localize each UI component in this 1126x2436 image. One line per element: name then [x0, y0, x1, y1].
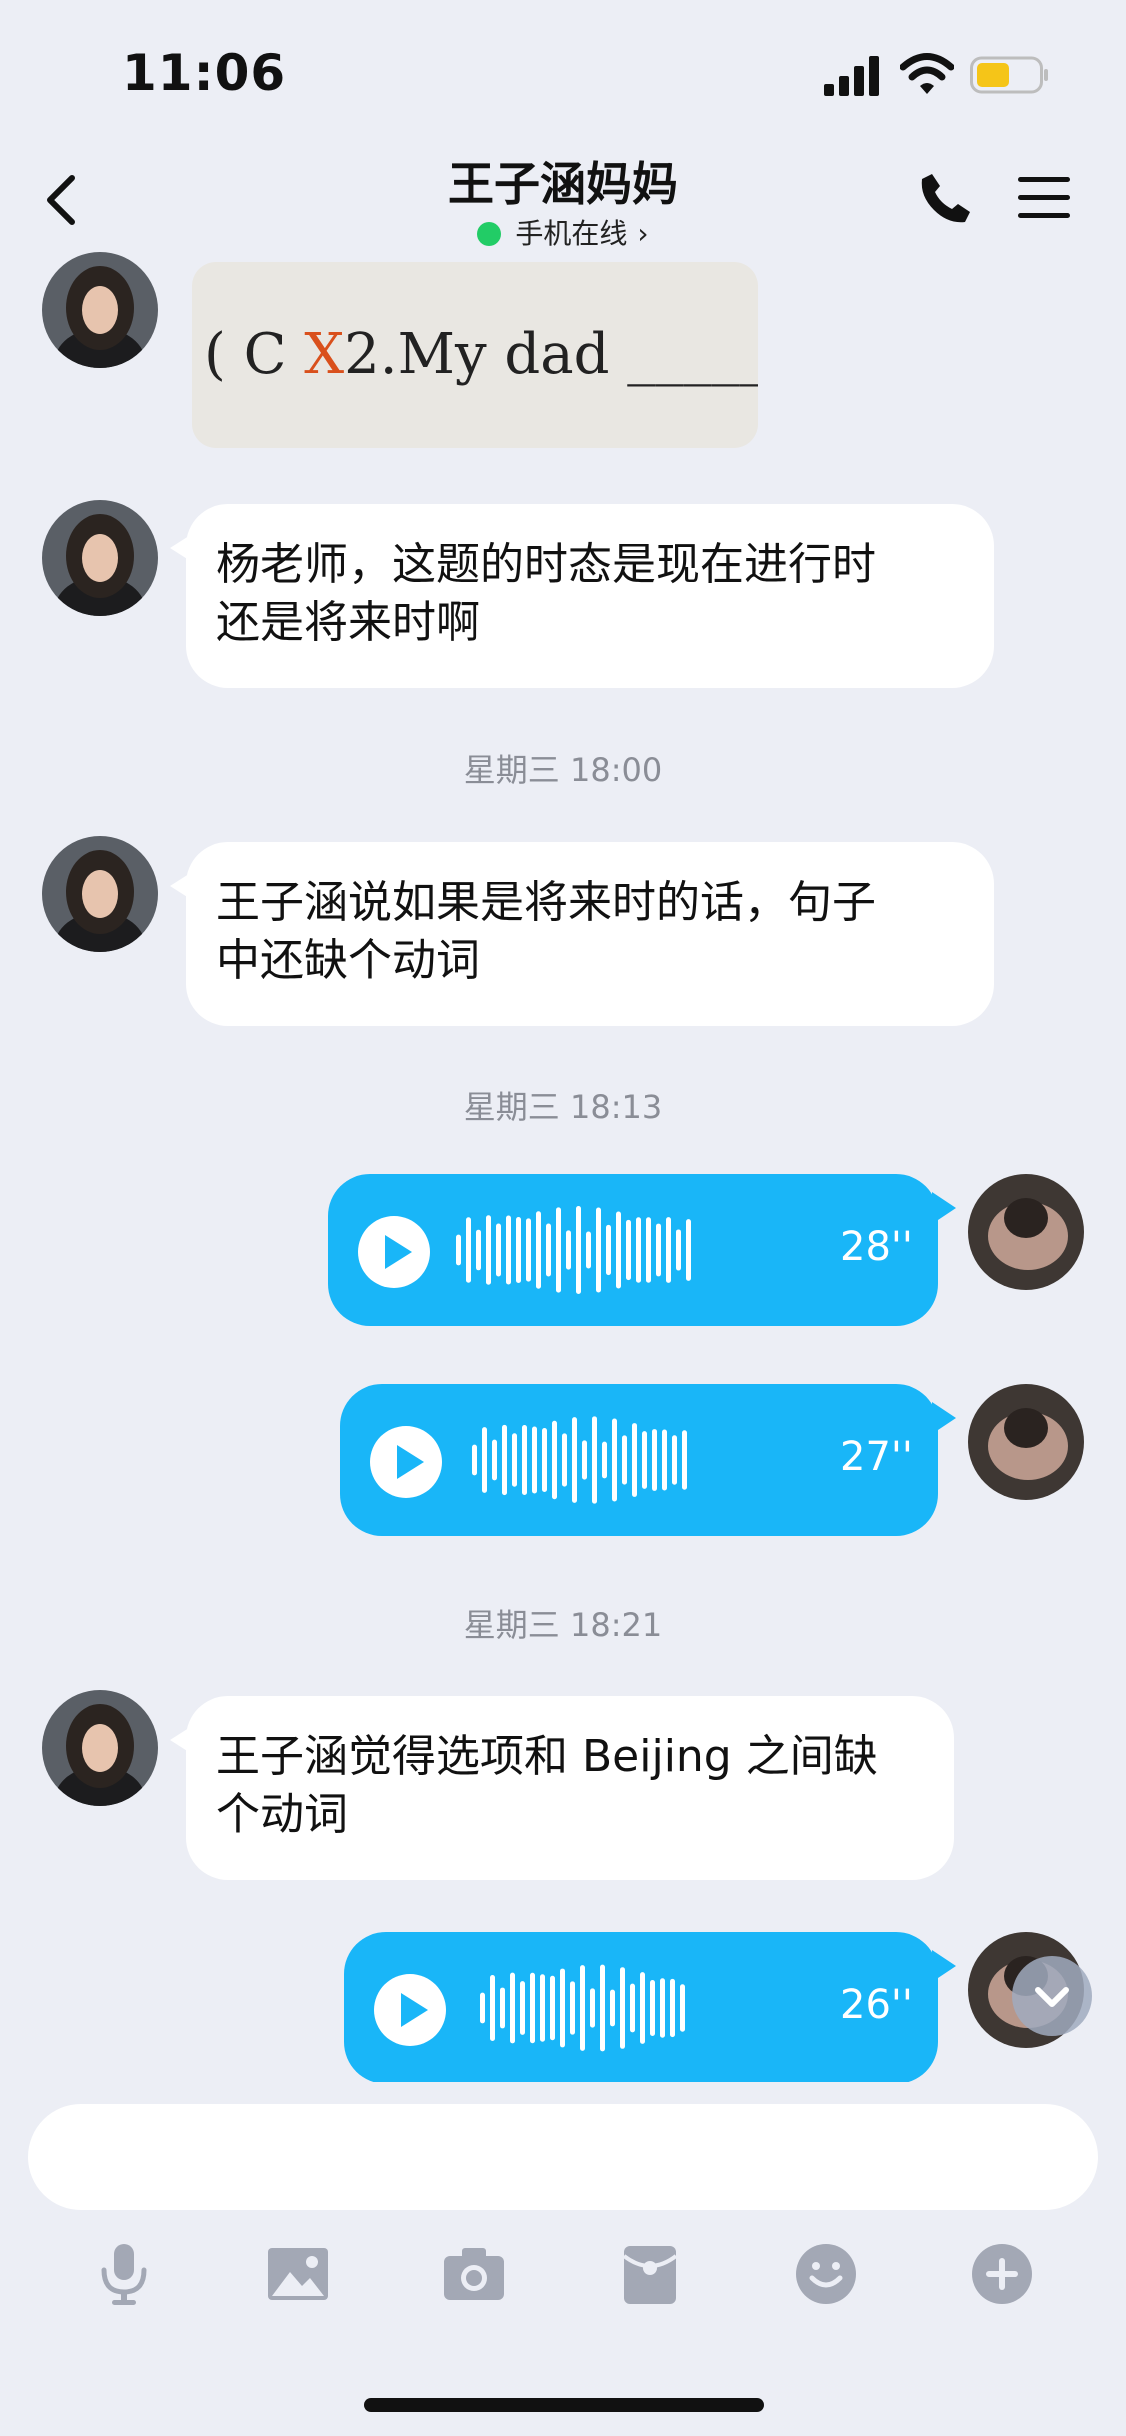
avatar[interactable]: [42, 500, 158, 616]
message-text: 杨老师，这题的时态是现在进行时: [216, 539, 876, 590]
menu-icon[interactable]: [1018, 175, 1070, 221]
cellular-signal-icon: [824, 56, 879, 96]
avatar[interactable]: [42, 1690, 158, 1806]
wifi-icon: [900, 53, 954, 94]
timestamp: 星期三 18:13: [463, 1088, 663, 1126]
emoji-icon[interactable]: [792, 2240, 860, 2308]
voice-message[interactable]: 27'': [340, 1384, 956, 1536]
play-icon[interactable]: [370, 1426, 442, 1498]
image-text: ( C X2.My dad ______: [204, 322, 758, 387]
avatar[interactable]: [968, 1174, 1084, 1290]
voice-duration: 28'': [840, 1224, 913, 1270]
message-input[interactable]: [28, 2104, 1098, 2210]
plus-icon[interactable]: [968, 2240, 1036, 2308]
image-icon[interactable]: [264, 2240, 332, 2308]
message-text: 还是将来时啊: [216, 597, 480, 648]
waveform-icon: [472, 1416, 687, 1504]
message-bubble[interactable]: 杨老师，这题的时态是现在进行时 还是将来时啊: [170, 504, 994, 688]
timestamp: 星期三 18:00: [463, 751, 663, 789]
online-status-text: 手机在线: [515, 217, 628, 250]
online-dot-icon: [477, 222, 502, 246]
image-message[interactable]: ( C X2.My dad ______: [192, 262, 758, 448]
home-indicator: [364, 2398, 764, 2412]
play-icon[interactable]: [358, 1216, 430, 1288]
voice-duration: 27'': [840, 1434, 913, 1480]
chevron-right-icon: ›: [637, 217, 649, 250]
phone-icon[interactable]: [918, 170, 974, 226]
camera-icon[interactable]: [440, 2240, 508, 2308]
scroll-to-bottom-button[interactable]: [1012, 1956, 1092, 2036]
battery-icon: [970, 56, 1048, 94]
red-packet-icon[interactable]: [616, 2240, 684, 2308]
message-bubble[interactable]: 王子涵说如果是将来时的话，句子 中还缺个动词: [170, 842, 994, 1026]
status-time: 11:06: [122, 44, 287, 102]
message-text: 王子涵觉得选项和 Beijing 之间缺: [216, 1731, 878, 1782]
message-text: 中还缺个动词: [216, 935, 480, 986]
voice-message[interactable]: 26'': [344, 1932, 956, 2084]
avatar[interactable]: [968, 1384, 1084, 1500]
message-text: 王子涵说如果是将来时的话，句子: [216, 877, 876, 928]
message-text: 个动词: [216, 1789, 348, 1840]
waveform-icon: [480, 1964, 685, 2052]
voice-duration: 26'': [840, 1982, 913, 2028]
chevron-down-icon: [1035, 1987, 1069, 2007]
voice-message[interactable]: 28'': [328, 1174, 956, 1326]
microphone-icon[interactable]: [90, 2240, 158, 2308]
message-bubble[interactable]: 王子涵觉得选项和 Beijing 之间缺 个动词: [170, 1696, 954, 1880]
play-icon[interactable]: [374, 1974, 446, 2046]
waveform-icon: [456, 1206, 691, 1294]
timestamp: 星期三 18:21: [463, 1606, 663, 1644]
avatar[interactable]: [42, 836, 158, 952]
avatar[interactable]: [42, 252, 158, 368]
